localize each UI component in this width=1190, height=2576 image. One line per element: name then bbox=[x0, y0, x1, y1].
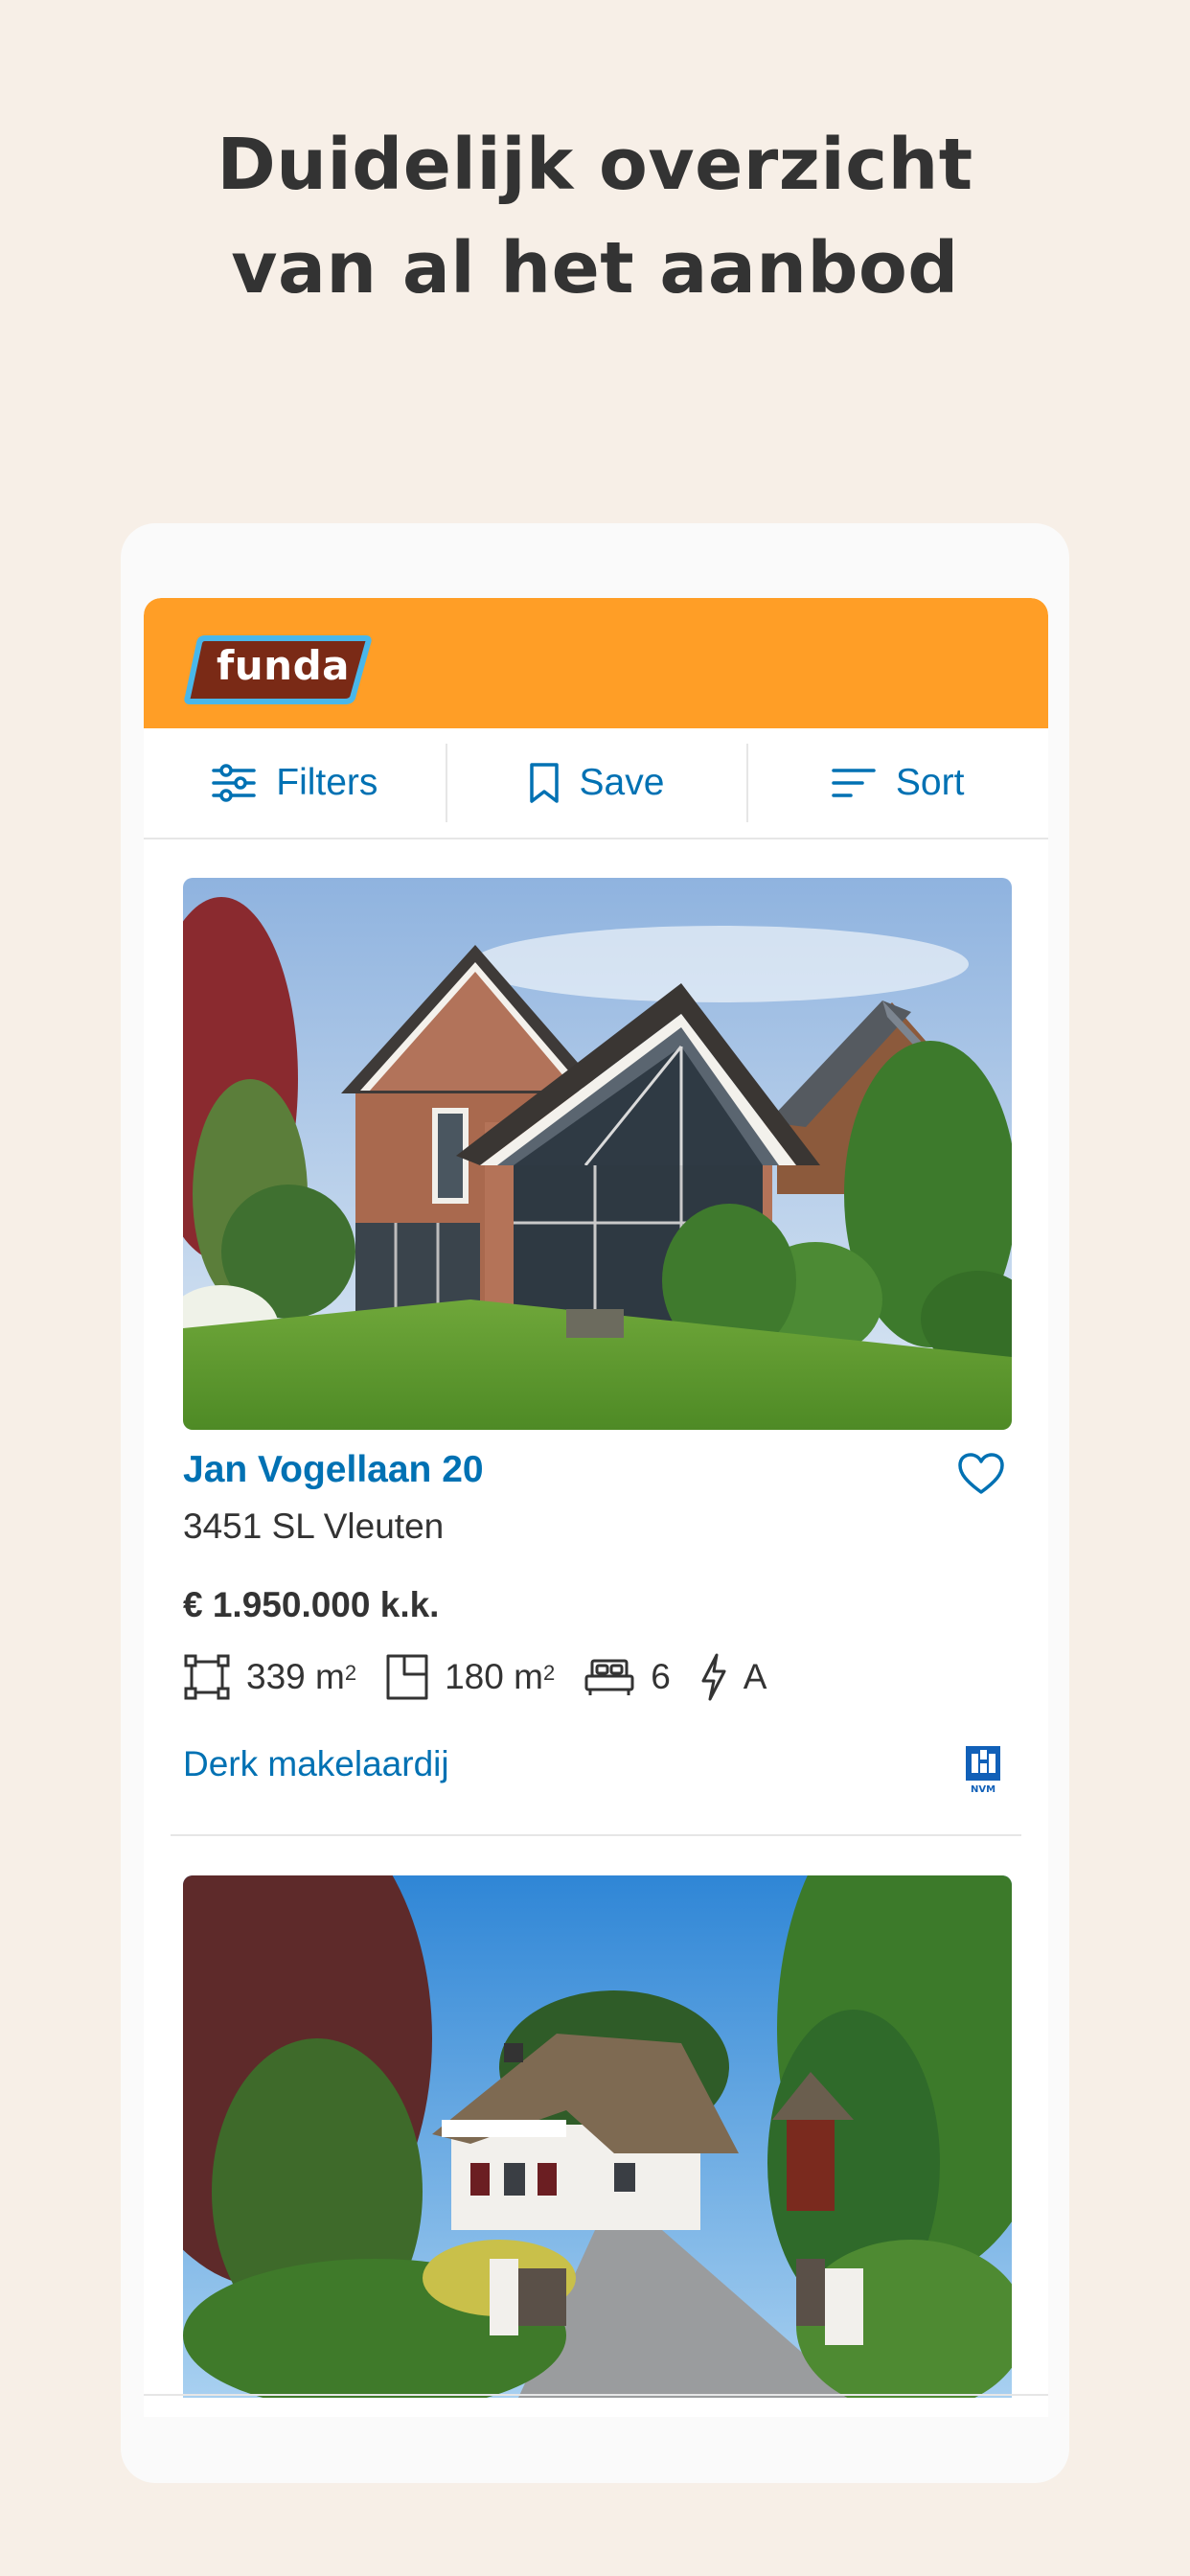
sliders-icon bbox=[212, 764, 256, 802]
living-area-value: 180 m bbox=[445, 1657, 543, 1696]
heart-outline-icon bbox=[958, 1453, 1004, 1494]
living-area-unit-sup: 2 bbox=[542, 1661, 556, 1685]
plot-area-unit-sup: 2 bbox=[344, 1661, 357, 1685]
page-headline: Duidelijk overzicht van al het aanbod bbox=[0, 113, 1190, 320]
listing-photo[interactable] bbox=[183, 878, 1012, 1430]
listing-divider bbox=[171, 1834, 1021, 1836]
sort-label: Sort bbox=[895, 762, 965, 803]
listing-postal-city: 3451 SL Vleuten bbox=[183, 1506, 445, 1546]
funda-logo[interactable]: funda bbox=[184, 634, 372, 705]
bookmark-icon bbox=[529, 763, 559, 803]
app-screen: funda Filters Save Sort Jan Vogellaan 20… bbox=[144, 598, 1048, 2417]
lightning-icon bbox=[701, 1653, 726, 1701]
plot-area: 339 m2 bbox=[183, 1653, 356, 1701]
filters-label: Filters bbox=[276, 762, 378, 803]
listing-price: € 1.950.000 k.k. bbox=[183, 1585, 440, 1624]
favorite-button[interactable] bbox=[957, 1452, 1005, 1496]
nvm-logo-icon: NVM bbox=[966, 1746, 1000, 1795]
plot-area-value: 339 m bbox=[246, 1657, 345, 1696]
bedrooms-value: 6 bbox=[651, 1657, 671, 1696]
bottom-divider bbox=[144, 2394, 1048, 2396]
energy-label: A bbox=[699, 1652, 767, 1702]
agent-link[interactable]: Derk makelaardij bbox=[183, 1744, 449, 1784]
save-search-button[interactable]: Save bbox=[445, 728, 747, 838]
app-header: funda bbox=[144, 598, 1048, 728]
headline-line-1: Duidelijk overzicht bbox=[217, 124, 973, 206]
floor-plan-icon bbox=[386, 1654, 428, 1700]
listing-features: 339 m2 180 m2 6 A bbox=[183, 1650, 795, 1704]
bedrooms: 6 bbox=[584, 1656, 671, 1698]
living-area: 180 m2 bbox=[385, 1653, 555, 1701]
logo-text: funda bbox=[217, 642, 350, 689]
filters-button[interactable]: Filters bbox=[144, 728, 446, 838]
nvm-badge-text: NVM bbox=[971, 1784, 995, 1794]
villa-photo-image bbox=[183, 1875, 1012, 2398]
listing-street[interactable]: Jan Vogellaan 20 bbox=[183, 1449, 484, 1491]
phone-frame: funda Filters Save Sort Jan Vogellaan 20… bbox=[121, 523, 1069, 2483]
sort-lines-icon bbox=[832, 769, 876, 797]
listing-photo-2[interactable] bbox=[183, 1875, 1012, 2398]
house-photo-image bbox=[183, 878, 1012, 1430]
energy-label-value: A bbox=[743, 1657, 767, 1696]
listing-toolbar: Filters Save Sort bbox=[144, 728, 1048, 840]
sort-button[interactable]: Sort bbox=[746, 728, 1048, 838]
nvm-badge: NVM bbox=[964, 1744, 1002, 1795]
bed-icon bbox=[584, 1659, 634, 1695]
headline-line-2: van al het aanbod bbox=[231, 227, 959, 310]
plot-area-icon bbox=[184, 1654, 230, 1700]
save-label: Save bbox=[579, 762, 665, 803]
